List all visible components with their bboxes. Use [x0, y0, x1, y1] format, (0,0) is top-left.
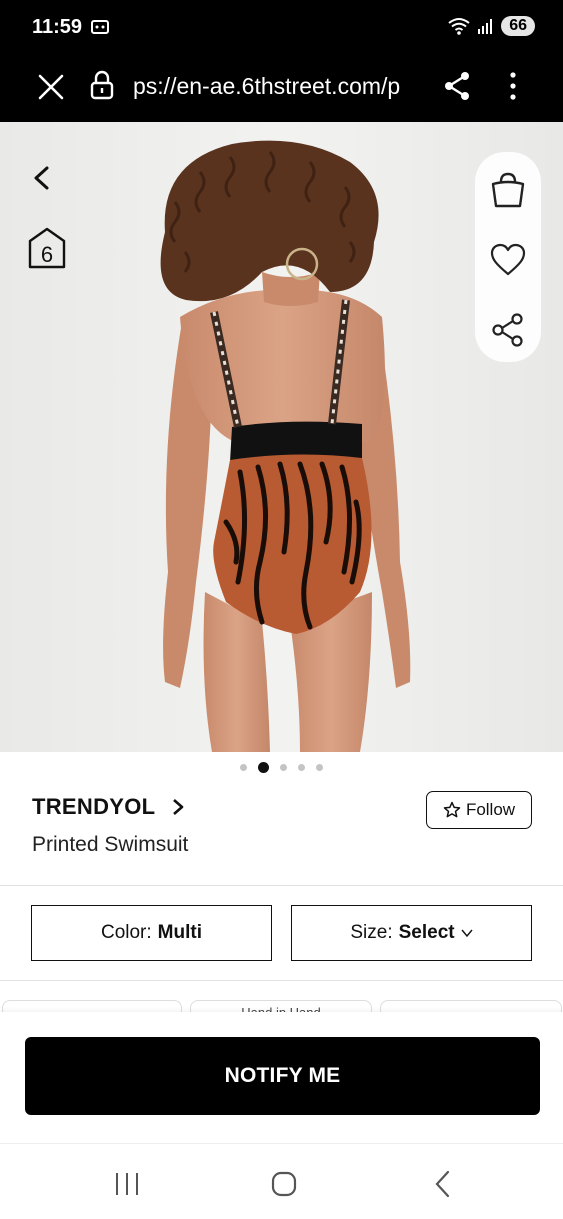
home-icon[interactable]	[269, 1169, 299, 1199]
url-field[interactable]: ps://en-ae.6thstreet.com/p	[133, 73, 418, 100]
share-icon[interactable]	[488, 310, 528, 350]
carousel-dot[interactable]	[316, 764, 323, 771]
status-time: 11:59	[32, 16, 83, 38]
back-icon[interactable]	[428, 1169, 458, 1199]
back-arrow-icon[interactable]	[28, 162, 56, 194]
screen-recorder-icon	[91, 20, 109, 34]
carousel-dot-active[interactable]	[258, 762, 269, 773]
size-value: Select	[398, 922, 455, 943]
bag-icon[interactable]	[488, 170, 528, 210]
image-carousel-indicator	[0, 762, 563, 773]
notify-me-button[interactable]: NOTIFY ME	[25, 1037, 540, 1115]
carousel-dot[interactable]	[298, 764, 305, 771]
product-image[interactable]: 6	[0, 122, 563, 752]
recent-apps-icon[interactable]	[112, 1169, 142, 1199]
lock-icon[interactable]	[89, 69, 115, 101]
wifi-icon	[448, 18, 470, 35]
more-vert-icon[interactable]	[503, 70, 523, 102]
color-label: Color:	[100, 922, 152, 943]
chevron-down-icon	[461, 929, 473, 938]
status-bar: 11:59 66	[0, 0, 563, 56]
chevron-right-icon	[173, 799, 184, 815]
carousel-dot[interactable]	[280, 764, 287, 771]
sixth-street-logo[interactable]: 6	[27, 226, 67, 270]
star-icon	[443, 801, 461, 818]
browser-url-bar: ps://en-ae.6thstreet.com/p	[0, 56, 563, 122]
signal-icon	[478, 19, 493, 34]
carousel-dot[interactable]	[240, 764, 247, 771]
brand-name: TRENDYOL	[32, 794, 156, 819]
follow-button[interactable]: Follow	[426, 791, 532, 829]
system-nav-bar	[0, 1143, 563, 1219]
floating-actions	[475, 152, 541, 362]
heart-icon[interactable]	[488, 240, 528, 280]
product-title: Printed Swimsuit	[32, 833, 189, 856]
share-icon[interactable]	[442, 70, 472, 102]
color-selector[interactable]: Color: Multi	[31, 905, 272, 961]
size-selector[interactable]: Size: Select	[291, 905, 532, 961]
status-indicators: 66	[447, 16, 535, 36]
sticky-cta-bar: NOTIFY ME	[0, 1012, 563, 1142]
size-label: Size:	[350, 922, 393, 943]
follow-label: Follow	[465, 800, 516, 819]
close-icon[interactable]	[36, 72, 66, 102]
color-value: Multi	[157, 922, 202, 943]
divider	[0, 980, 563, 981]
brand-link[interactable]: TRENDYOL	[32, 794, 185, 820]
battery-indicator: 66	[501, 16, 535, 36]
divider	[0, 885, 563, 886]
svg-text:6: 6	[41, 242, 53, 267]
